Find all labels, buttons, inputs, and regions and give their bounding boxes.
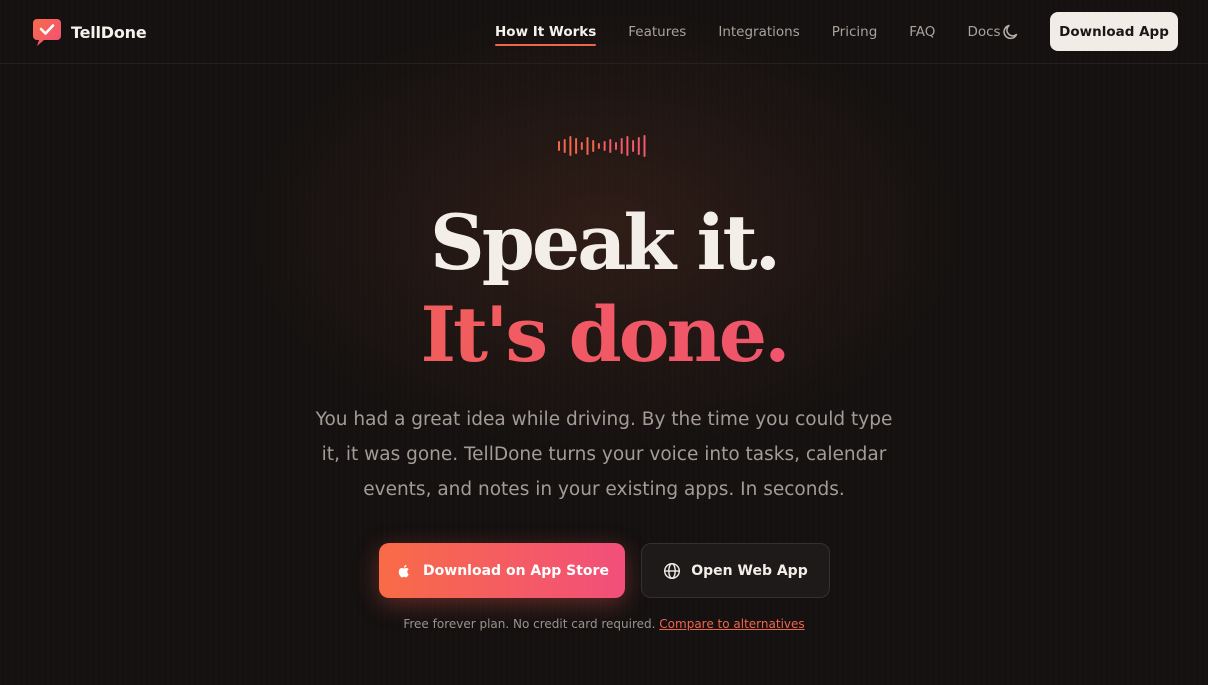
wave-bar: [609, 139, 612, 153]
footnote-text: Free forever plan. No credit card requir…: [403, 617, 656, 631]
chat-check-icon: [33, 19, 61, 46]
nav-links: How It Works Features Integrations Prici…: [495, 0, 1033, 64]
wave-bar: [615, 142, 617, 150]
download-app-button[interactable]: Download App: [1050, 12, 1178, 51]
wave-bar: [569, 136, 572, 156]
wave-bar: [597, 143, 600, 149]
wave-bar: [643, 135, 646, 157]
nav-link-how-it-works[interactable]: How It Works: [495, 24, 597, 46]
nav-link-pricing[interactable]: Pricing: [832, 24, 878, 40]
download-app-store-button[interactable]: Download on App Store: [379, 543, 625, 598]
wave-bar: [637, 137, 640, 155]
wave-bar: [626, 136, 629, 156]
wave-bar: [580, 142, 583, 150]
wave-bar: [558, 141, 560, 151]
wave-bar: [620, 138, 623, 154]
nav-link-integrations[interactable]: Integrations: [718, 24, 799, 40]
nav-link-faq[interactable]: FAQ: [909, 24, 935, 40]
open-web-app-button[interactable]: Open Web App: [641, 543, 830, 598]
hero-subtitle: You had a great idea while driving. By t…: [315, 409, 893, 500]
wave-bar: [592, 140, 595, 152]
compare-alternatives-link[interactable]: Compare to alternatives: [659, 617, 804, 631]
wave-bar: [603, 141, 606, 151]
headline-primary: Speak it.: [429, 198, 781, 287]
headline-accent: It's done.: [0, 290, 1208, 380]
sound-wave-icon: [558, 135, 646, 157]
download-app-store-label: Download on App Store: [423, 562, 609, 579]
wave-bar: [586, 137, 589, 155]
wave-bar: [575, 138, 578, 154]
moon-icon[interactable]: [1001, 22, 1021, 42]
globe-icon: [664, 562, 681, 579]
open-web-app-label: Open Web App: [691, 562, 808, 579]
nav-link-features[interactable]: Features: [628, 24, 686, 40]
apple-icon: [398, 564, 409, 577]
hero-footnote: Free forever plan. No credit card requir…: [0, 617, 1208, 631]
brand-name: TellDone: [71, 22, 147, 42]
landing-page: TellDone How It Works Features Integrati…: [0, 0, 1208, 685]
wave-bar: [563, 139, 566, 153]
top-nav: TellDone How It Works Features Integrati…: [0, 0, 1208, 64]
nav-link-docs[interactable]: Docs: [967, 24, 1000, 40]
brand-logo[interactable]: TellDone: [32, 17, 147, 47]
wave-bar: [632, 140, 635, 152]
